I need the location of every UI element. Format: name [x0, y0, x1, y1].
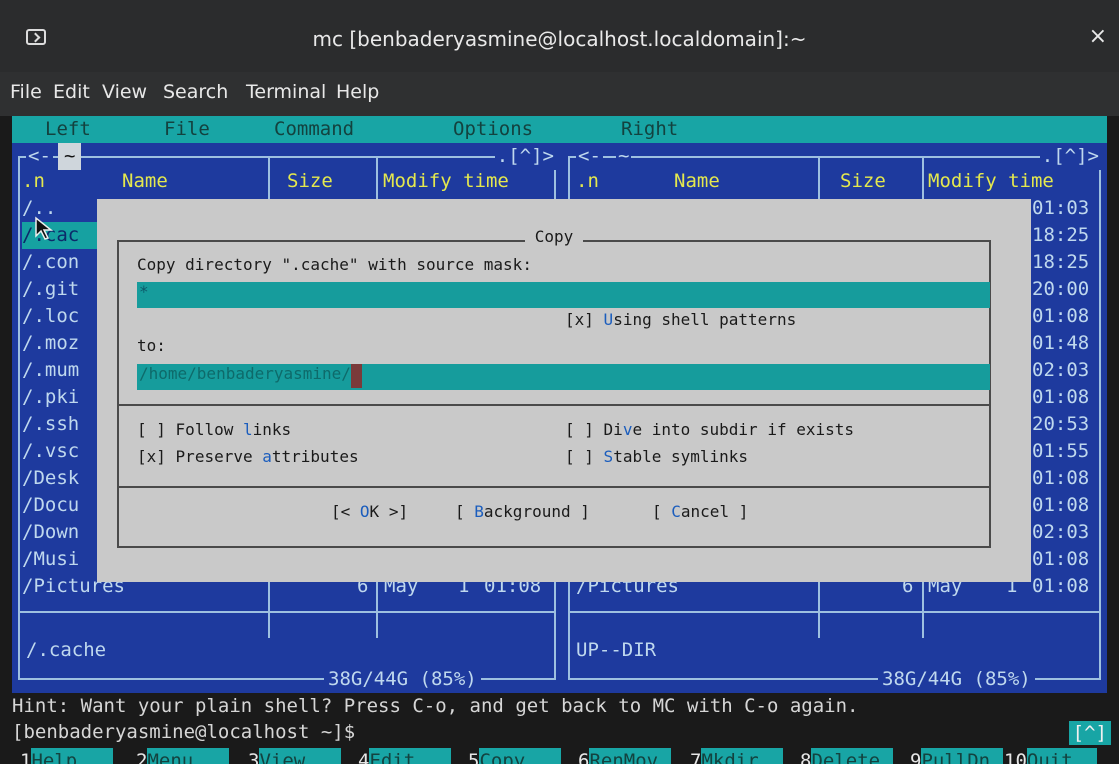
right-panel-nav-menu[interactable]: .[^]> [1039, 143, 1101, 170]
fkey-quit[interactable]: 10Quit [1004, 748, 1097, 764]
list-item[interactable]: /.git [22, 276, 79, 303]
text-cursor [350, 364, 362, 388]
left-col-mtime[interactable]: Modify time [383, 168, 509, 195]
dive-into-subdir-checkbox[interactable]: [ ] Dive into subdir if exists [565, 420, 854, 439]
row-time: 01:08 [1032, 386, 1090, 408]
background-button[interactable]: [ Background ] [455, 502, 590, 521]
left-panel-nav-menu[interactable]: .[^]> [494, 143, 556, 170]
fkey-pulldn[interactable]: 9PullDn [910, 748, 1004, 764]
menu-file[interactable]: File [10, 81, 42, 103]
fkey-menu[interactable]: 2Menu [136, 748, 230, 764]
terminal-menubar: File Edit View Search Terminal Help [0, 72, 1119, 116]
fkey-help[interactable]: 1Help [20, 748, 114, 764]
panel-divider [568, 611, 1101, 613]
row-time: 01:03 [1032, 197, 1090, 219]
row-time: 01:08 [1032, 548, 1090, 570]
mc-menu-options[interactable]: Options [453, 116, 533, 143]
dialog-divider [117, 404, 991, 406]
menu-edit[interactable]: Edit [53, 81, 90, 103]
mc-menu-right[interactable]: Right [621, 116, 678, 143]
fkey-mkdir[interactable]: 7Mkdir [690, 748, 784, 764]
close-icon[interactable]: × [1089, 24, 1107, 49]
list-item[interactable]: /.mum [22, 357, 79, 384]
mc-menu-file[interactable]: File [164, 116, 210, 143]
menu-view[interactable]: View [102, 81, 147, 103]
row-time: 02:03 [1032, 521, 1090, 543]
list-item[interactable]: /.ssh [22, 411, 79, 438]
mouse-pointer-icon [35, 216, 54, 240]
list-item-time: 01:08 [1032, 575, 1090, 597]
fkey-edit[interactable]: 4Edit [358, 748, 452, 764]
dialog-title: Copy [524, 227, 584, 246]
current-file-name: UP--DIR [576, 639, 657, 661]
follow-links-checkbox[interactable]: [ ] Follow links [137, 420, 291, 439]
disk-usage: 38G/44G (85%) [324, 666, 481, 693]
fkey-renmov[interactable]: 6RenMov [578, 748, 672, 764]
mc-menu-left[interactable]: Left [45, 116, 91, 143]
list-item[interactable]: /Desk [22, 465, 79, 492]
shell-patterns-checkbox[interactable]: [x] Using shell patterns [565, 310, 796, 329]
right-col-size[interactable]: Size [840, 168, 886, 195]
list-item[interactable]: /.con [22, 249, 79, 276]
right-panel-nav-back[interactable]: <- [576, 143, 603, 170]
right-col-n[interactable]: .n [576, 168, 599, 195]
list-item[interactable]: /Down [22, 519, 79, 546]
history-button[interactable]: [^] [1068, 721, 1111, 745]
mc-menu-command[interactable]: Command [274, 116, 354, 143]
function-key-bar: 1Help 2Menu 3View 4Edit 5Copy 6RenMov 7M… [0, 748, 1119, 764]
left-col-name[interactable]: Name [122, 168, 168, 195]
hint-line: Hint: Want your plain shell? Press C-o, … [12, 695, 859, 717]
current-file-name: /.cache [26, 639, 107, 661]
row-time: 01:08 [1032, 305, 1090, 327]
menu-help[interactable]: Help [336, 81, 379, 103]
left-col-n[interactable]: .n [22, 168, 45, 195]
stable-symlinks-checkbox[interactable]: [ ] Stable symlinks [565, 447, 748, 466]
window-titlebar: mc [benbaderyasmine@localhost.localdomai… [0, 0, 1119, 72]
list-item[interactable]: /.vsc [22, 438, 79, 465]
copy-prompt-label: Copy directory ".cache" with source mask… [137, 255, 532, 274]
list-item[interactable]: /.pki [22, 384, 79, 411]
disk-usage: 38G/44G (85%) [878, 666, 1035, 693]
row-time: 18:25 [1032, 251, 1090, 273]
window-title: mc [benbaderyasmine@localhost.localdomai… [312, 27, 807, 51]
row-time: 20:00 [1032, 278, 1090, 300]
mc-menubar: Left File Command Options Right [12, 116, 1107, 143]
list-item[interactable]: /.moz [22, 330, 79, 357]
fkey-delete[interactable]: 8Delete [800, 748, 894, 764]
row-time: 18:25 [1032, 224, 1090, 246]
copy-dialog: Copy Copy directory ".cache" with source… [97, 199, 1031, 582]
cancel-button[interactable]: [ Cancel ] [652, 502, 748, 521]
fkey-view[interactable]: 3View [248, 748, 342, 764]
left-col-size[interactable]: Size [287, 168, 333, 195]
to-label: to: [137, 336, 166, 355]
shell-prompt[interactable]: [benbaderyasmine@localhost ~]$ [12, 719, 355, 746]
list-item[interactable]: /Musi [22, 546, 79, 573]
right-panel-path[interactable]: ~ [616, 143, 632, 170]
dialog-divider [117, 486, 991, 488]
right-col-name[interactable]: Name [674, 168, 720, 195]
row-time: 01:48 [1032, 332, 1090, 354]
right-col-mtime[interactable]: Modify time [928, 168, 1054, 195]
row-time: 02:03 [1032, 359, 1090, 381]
left-panel-path[interactable]: ~ [58, 143, 82, 170]
menu-terminal[interactable]: Terminal [246, 81, 326, 103]
menu-search[interactable]: Search [163, 81, 228, 103]
list-item[interactable]: /.loc [22, 303, 79, 330]
row-time: 01:08 [1032, 467, 1090, 489]
left-panel-nav-back[interactable]: <- [26, 143, 53, 170]
row-time: 01:08 [1032, 494, 1090, 516]
ok-button[interactable]: [< OK >] [331, 502, 408, 521]
list-item[interactable]: /Docu [22, 492, 79, 519]
preserve-attributes-checkbox[interactable]: [x] Preserve attributes [137, 447, 359, 466]
row-time: 20:53 [1032, 413, 1090, 435]
destination-input[interactable]: /home/benbaderyasmine/ [137, 364, 990, 390]
panel-divider [18, 611, 556, 613]
fkey-copy[interactable]: 5Copy [468, 748, 562, 764]
source-mask-input[interactable]: * [137, 282, 990, 308]
row-time: 01:55 [1032, 440, 1090, 462]
